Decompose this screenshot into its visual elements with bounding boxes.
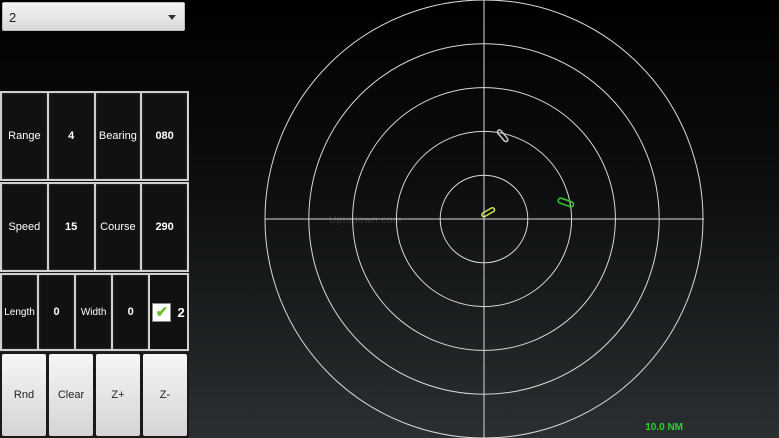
- checkbox-label: 2: [177, 304, 185, 320]
- bearing-label: Bearing: [95, 93, 141, 179]
- target-toggle: ✔ 2: [150, 275, 187, 349]
- length-value[interactable]: 0: [39, 275, 75, 349]
- width-value[interactable]: 0: [113, 275, 149, 349]
- own-ship-icon: [481, 207, 496, 218]
- range-scale-label: 10.0 NM: [645, 422, 683, 433]
- bearing-value[interactable]: 080: [142, 93, 187, 179]
- speed-value[interactable]: 15: [48, 184, 94, 270]
- width-label: Width: [76, 275, 112, 349]
- target-green-icon[interactable]: [557, 197, 575, 208]
- watermark: Uptodown.com: [329, 215, 402, 226]
- course-label: Course: [95, 184, 141, 270]
- length-label: Length: [2, 275, 38, 349]
- target-checkbox[interactable]: ✔: [152, 302, 172, 322]
- length-width-row: Length 0 Width 0 ✔ 2: [0, 273, 189, 351]
- course-value[interactable]: 290: [142, 184, 187, 270]
- speed-course-row: Speed 15 Course 290: [0, 182, 189, 272]
- range-value[interactable]: 4: [48, 93, 94, 179]
- action-buttons: Rnd Clear Z+ Z-: [0, 352, 189, 438]
- speed-label: Speed: [2, 184, 47, 270]
- range-bearing-row: Range 4 Bearing 080: [0, 91, 189, 181]
- target-selector-value: 2: [9, 10, 17, 25]
- chevron-down-icon: [168, 15, 176, 20]
- zoom-in-button[interactable]: Z+: [96, 354, 140, 436]
- target-selector-dropdown[interactable]: 2: [2, 2, 185, 31]
- target-gray-icon[interactable]: [496, 129, 509, 143]
- radar-display[interactable]: [190, 0, 779, 438]
- zoom-out-button[interactable]: Z-: [143, 354, 187, 436]
- random-button[interactable]: Rnd: [2, 354, 46, 436]
- range-label: Range: [2, 93, 47, 179]
- clear-button[interactable]: Clear: [49, 354, 93, 436]
- checkmark-icon: ✔: [155, 304, 169, 321]
